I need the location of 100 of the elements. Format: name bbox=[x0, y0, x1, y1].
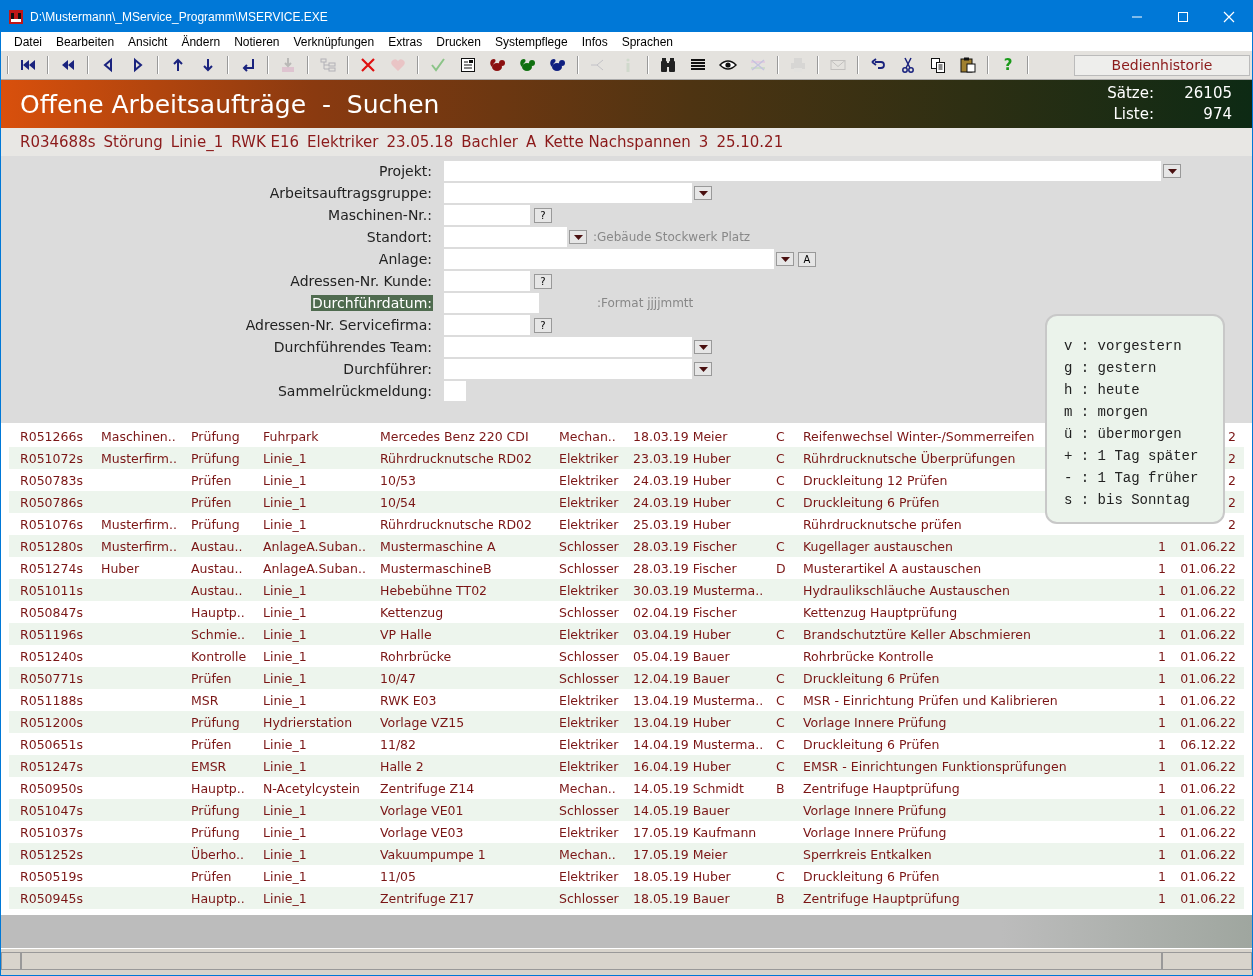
input-field[interactable] bbox=[444, 293, 539, 313]
dropdown-button[interactable] bbox=[694, 362, 712, 376]
task-type: EMSR bbox=[191, 758, 228, 774]
shortcut-line: m : morgen bbox=[1064, 403, 1149, 422]
machine-cell-text: 10/54 bbox=[380, 494, 418, 510]
delete-icon[interactable] bbox=[359, 56, 377, 74]
task-type: Prüfen bbox=[191, 670, 233, 686]
menu-item[interactable]: Sprachen bbox=[614, 34, 681, 49]
description-cell: Brandschutztüre Keller Abschmieren bbox=[803, 626, 1031, 642]
machine-cell-text: Vorlage VZ15 bbox=[380, 714, 466, 730]
menu-item[interactable]: Extras bbox=[381, 34, 430, 49]
input-field[interactable] bbox=[444, 271, 530, 291]
location-cell-text: Linie_1 bbox=[263, 868, 308, 884]
combo-field[interactable] bbox=[444, 337, 692, 357]
field-label: Durchführer: bbox=[342, 361, 433, 377]
description-cell: Rührdrucknutsche Überprüfungen bbox=[803, 450, 1016, 466]
date-person-cell-text: 30.03.19 Musterma.. bbox=[633, 582, 765, 598]
input-field[interactable] bbox=[444, 205, 530, 225]
date-person-cell-text: 24.03.19 Huber bbox=[633, 494, 732, 510]
menu-item[interactable]: Drucken bbox=[429, 34, 488, 49]
priority-cell-text: C bbox=[776, 758, 786, 774]
dropdown-button[interactable] bbox=[694, 186, 712, 200]
order-number: R050786s bbox=[20, 494, 84, 510]
dropdown-button[interactable] bbox=[776, 252, 794, 266]
location-cell-text: Linie_1 bbox=[263, 736, 308, 752]
cut-icon[interactable] bbox=[899, 56, 917, 74]
location-cell-text: Linie_1 bbox=[263, 824, 308, 840]
binoculars-icon[interactable] bbox=[659, 56, 677, 74]
menu-item[interactable]: Datei bbox=[7, 34, 49, 49]
input-field[interactable] bbox=[444, 315, 530, 335]
field-label: Standort: bbox=[365, 229, 433, 245]
dropdown-button[interactable] bbox=[569, 230, 587, 244]
record-field: Elektriker bbox=[307, 133, 379, 151]
combo-field[interactable] bbox=[444, 227, 567, 247]
dropdown-button[interactable] bbox=[1163, 164, 1181, 178]
count-cell: 1 bbox=[1158, 736, 1166, 752]
order-number: R051240s bbox=[20, 648, 84, 664]
menu-item[interactable]: Systempflege bbox=[487, 34, 575, 49]
history-button[interactable]: Bedienhistorie bbox=[1074, 54, 1250, 76]
combo-field[interactable] bbox=[444, 249, 774, 269]
combo-field[interactable] bbox=[444, 183, 692, 203]
date-person-cell-text: 13.04.19 Musterma.. bbox=[633, 692, 765, 708]
checkbox[interactable] bbox=[444, 381, 466, 401]
menu-item[interactable]: Ansicht bbox=[121, 34, 175, 49]
task-type: Hauptp.. bbox=[191, 890, 246, 906]
order-number: R050945s bbox=[20, 890, 84, 906]
due-date-cell: 01.06.22 bbox=[1180, 802, 1236, 818]
combo-field[interactable] bbox=[444, 359, 692, 379]
machine-cell-text: Halle 2 bbox=[380, 758, 425, 774]
priority-cell-text: C bbox=[776, 450, 786, 466]
lookup-button[interactable]: ? bbox=[534, 273, 552, 289]
paste-icon[interactable] bbox=[959, 56, 977, 74]
shortcut-line: + : 1 Tag später bbox=[1064, 447, 1200, 466]
date-person-cell-text: 16.04.19 Huber bbox=[633, 758, 732, 774]
description-cell: EMSR - Einrichtungen Funktionsprüfungen bbox=[803, 758, 1067, 774]
app-icon bbox=[8, 8, 24, 25]
lookup-button[interactable]: ? bbox=[534, 207, 552, 223]
location-cell-text: Linie_1 bbox=[263, 802, 308, 818]
order-number: R051037s bbox=[20, 824, 84, 840]
trade-cell-text: Elektriker bbox=[559, 494, 620, 510]
date-person-cell-text: 14.05.19 Bauer bbox=[633, 802, 731, 818]
location-cell-text: Linie_1 bbox=[263, 670, 308, 686]
count-cell: 1 bbox=[1158, 714, 1166, 730]
order-number: R050519s bbox=[20, 868, 84, 884]
lookup-button[interactable]: ? bbox=[534, 317, 552, 333]
combo-field[interactable] bbox=[444, 161, 1161, 181]
company-cell-text: Musterfirm.. bbox=[101, 450, 178, 466]
machine-cell-text: 10/47 bbox=[380, 670, 418, 686]
date-person-cell-text: 25.03.19 Huber bbox=[633, 516, 732, 532]
machine-cell-text: Mercedes Benz 220 CDI bbox=[380, 428, 530, 444]
trade-cell-text: Schlosser bbox=[559, 890, 620, 906]
shortcut-line: - : 1 Tag früher bbox=[1064, 469, 1200, 488]
due-date-cell: 06.12.22 bbox=[1180, 736, 1236, 752]
location-cell-text: Linie_1 bbox=[263, 494, 308, 510]
caret-icon bbox=[698, 344, 708, 350]
close-icon[interactable] bbox=[1223, 10, 1235, 23]
menu-item[interactable]: Infos bbox=[574, 34, 615, 49]
order-number: R050783s bbox=[20, 472, 84, 488]
field-label: Sammelrückmeldung: bbox=[276, 383, 433, 399]
location-cell-text: Hydrierstation bbox=[263, 714, 354, 730]
copy-icon[interactable] bbox=[929, 56, 947, 74]
stat-value: 26105 bbox=[1183, 83, 1232, 104]
dropdown-button[interactable] bbox=[694, 340, 712, 354]
description-cell: Rührdrucknutsche prüfen bbox=[803, 516, 962, 532]
menu-item[interactable]: Verknüpfungen bbox=[286, 34, 382, 49]
trade-cell-text: Elektriker bbox=[559, 472, 620, 488]
task-type: Kontrolle bbox=[191, 648, 248, 664]
menu-item[interactable]: Notieren bbox=[227, 34, 287, 49]
menu-item[interactable]: Ändern bbox=[174, 34, 228, 49]
menu-item[interactable]: Bearbeiten bbox=[49, 34, 122, 49]
lookup-button[interactable]: A bbox=[798, 251, 816, 267]
document-icon[interactable] bbox=[459, 56, 477, 74]
maximize-icon[interactable] bbox=[1177, 10, 1189, 23]
date-person-cell-text: 17.05.19 Kaufmann bbox=[633, 824, 758, 840]
order-number: R051266s bbox=[20, 428, 84, 444]
order-number: R051274s bbox=[20, 560, 84, 576]
order-number: R051252s bbox=[20, 846, 84, 862]
field-hint: :Format jjjjmmtt bbox=[597, 296, 694, 310]
count-cell: 1 bbox=[1158, 626, 1166, 642]
location-cell-text: Linie_1 bbox=[263, 846, 308, 862]
